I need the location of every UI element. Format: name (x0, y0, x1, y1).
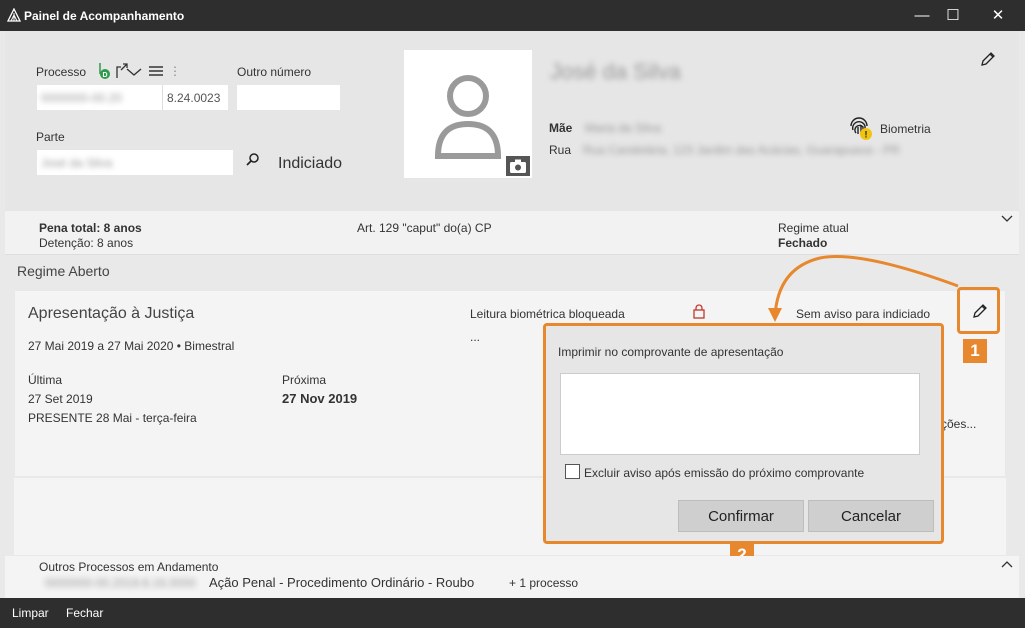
outros-title: Outros Processos em Andamento (39, 560, 219, 574)
biometria-label: Biometria (880, 122, 931, 136)
card-periodo: 27 Mai 2019 a 27 Mai 2020 • Bimestral (28, 339, 235, 353)
outros-processos: Outros Processos em Andamento 0000000-00… (5, 556, 1019, 598)
more-options-icon[interactable]: ⋮ (169, 64, 181, 78)
person-name: José da Silva (550, 59, 681, 84)
ultima-status: PRESENTE 28 Mai - terça-feira (28, 411, 197, 425)
parte-label: Parte (36, 130, 65, 144)
parte-field[interactable]: José da Silva (37, 150, 233, 175)
outros-descricao[interactable]: Ação Penal - Procedimento Ordinário - Ro… (209, 575, 474, 590)
processo-number-field[interactable]: 0000000-00.20 (37, 85, 162, 110)
observacoes-partial[interactable]: ções... (941, 417, 976, 431)
edit-aviso-pencil-icon[interactable] (972, 303, 988, 319)
limpar-button[interactable]: Limpar (12, 606, 49, 620)
edit-pencil-icon[interactable] (980, 51, 996, 67)
ultima-label: Última (28, 373, 63, 387)
mae-value: Maria da Silva (585, 121, 662, 135)
app-logo-icon (7, 8, 21, 22)
leitura-biometrica: Leitura biométrica bloqueada (470, 307, 625, 321)
camera-button[interactable] (506, 156, 530, 176)
outro-numero-field[interactable] (237, 85, 340, 110)
cancel-button[interactable]: Cancelar (808, 500, 934, 532)
leitura-ellipsis: ... (470, 330, 481, 344)
person-header: Processo D ⋮ 0000000-00.20 8.24.0023 Out… (5, 31, 1019, 211)
svg-text:!: ! (865, 130, 868, 140)
search-icon[interactable] (246, 152, 260, 166)
regime-title: Regime Aberto (17, 263, 110, 279)
outro-numero-label: Outro número (237, 65, 312, 79)
pena-artigo: Art. 129 "caput" do(a) CP (357, 221, 492, 235)
outros-mais[interactable]: + 1 processo (509, 576, 578, 590)
popup-label: Imprimir no comprovante de apresentação (558, 345, 784, 359)
proxima-date: 27 Nov 2019 (282, 391, 358, 406)
processo-suffix-field[interactable]: 8.24.0023 (162, 85, 228, 110)
svg-text:D: D (102, 72, 107, 79)
title-bar: Painel de Acompanhamento — ☐ ✕ (0, 0, 1025, 31)
chevron-down-icon[interactable] (126, 67, 142, 77)
regime-atual-value: Fechado (778, 236, 828, 250)
pena-detencao: Detenção: 8 anos (39, 236, 134, 250)
parte-type: Indiciado (278, 155, 343, 172)
collapse-chevron-icon[interactable] (1001, 215, 1013, 223)
footer-bar: Limpar Fechar (0, 598, 1025, 628)
lock-icon (693, 304, 705, 319)
pena-summary: Pena total: 8 anos Detenção: 8 anos Art.… (5, 211, 1019, 255)
confirm-button[interactable]: Confirmar (678, 500, 804, 532)
menu-icon[interactable] (148, 65, 164, 77)
outros-number[interactable]: 0000000-00.2019.8.16.0000 (45, 576, 196, 590)
comprovante-popup: Imprimir no comprovante de apresentação … (543, 323, 944, 544)
fingerprint-icon[interactable]: ! (846, 113, 874, 141)
minimize-button[interactable]: — (906, 4, 938, 28)
mae-label: Mãe (549, 121, 573, 135)
processo-label: Processo (36, 65, 87, 79)
document-d-icon[interactable]: D (97, 62, 111, 80)
regime-atual-label: Regime atual (778, 221, 849, 235)
expand-chevron-icon[interactable] (1001, 560, 1013, 568)
card-title: Apresentação à Justiça (28, 305, 195, 322)
comprovante-text-input[interactable] (560, 373, 920, 455)
person-photo (404, 50, 532, 178)
excluir-aviso-label: Excluir aviso após emissão do próximo co… (584, 466, 865, 480)
pena-total: Pena total: 8 anos (39, 221, 142, 235)
rua-value: Rua Candelária, 123 Jardim das Acácias, … (583, 143, 900, 157)
annotation-highlight-1 (957, 287, 1000, 334)
fechar-button[interactable]: Fechar (66, 606, 103, 620)
excluir-aviso-checkbox[interactable] (565, 464, 580, 479)
aviso-status: Sem aviso para indiciado (796, 307, 931, 321)
annotation-badge-1: 1 (963, 339, 987, 363)
close-button[interactable]: ✕ (982, 4, 1014, 28)
ultima-date: 27 Set 2019 (28, 392, 93, 406)
rua-label: Rua (549, 143, 572, 157)
proxima-label: Próxima (282, 373, 327, 387)
window-title: Painel de Acompanhamento (24, 9, 185, 23)
maximize-button[interactable]: ☐ (937, 4, 969, 28)
camera-icon (510, 159, 526, 173)
